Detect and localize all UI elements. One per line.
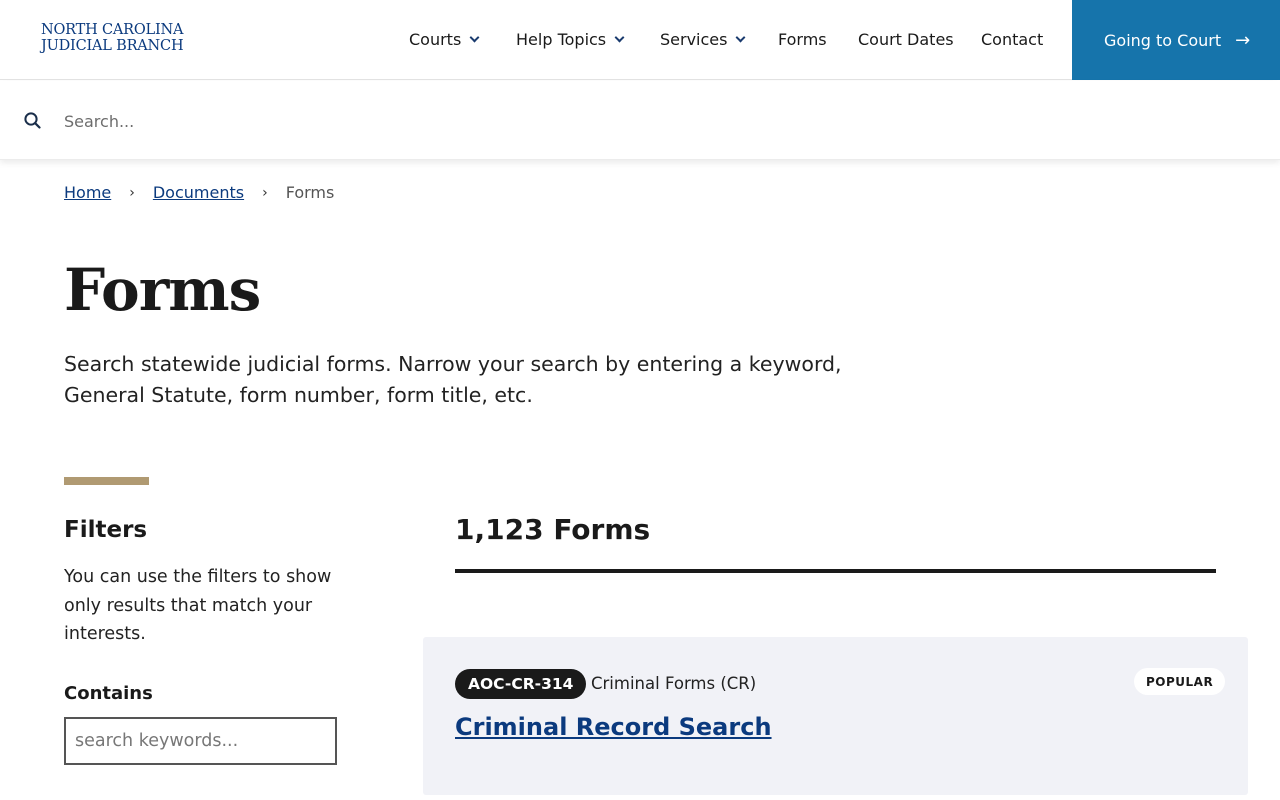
chevron-down-icon <box>469 32 480 43</box>
going-to-court-label: Going to Court <box>1104 30 1222 50</box>
nav-item-label: Help Topics <box>516 30 607 49</box>
form-title-link[interactable]: Criminal Record Search <box>455 713 772 741</box>
nav-item-label: Contact <box>981 30 1044 49</box>
keyword-search-input[interactable] <box>64 717 337 765</box>
nav-item-courts[interactable]: Courts <box>409 30 480 49</box>
site-search-input[interactable] <box>64 105 1214 137</box>
going-to-court-button[interactable]: Going to Court → <box>1072 0 1280 80</box>
nav-item-services[interactable]: Services <box>660 30 746 49</box>
nav-item-label: Court Dates <box>858 30 954 49</box>
form-result-card: AOC-CR-314 Criminal Forms (CR) POPULAR C… <box>423 637 1248 795</box>
chevron-right-icon: › <box>129 184 135 201</box>
site-search-bar <box>0 81 1280 160</box>
filters-description: You can use the filters to show only res… <box>64 567 332 644</box>
logo-line-2: JUDICIAL BRANCH <box>41 38 184 54</box>
breadcrumb-documents-link[interactable]: Documents <box>153 183 244 202</box>
site-logo[interactable]: NORTH CAROLINA JUDICIAL BRANCH <box>41 22 184 54</box>
form-number-badge: AOC-CR-314 <box>455 669 587 699</box>
filters-accent-bar <box>64 477 149 485</box>
nav-item-contact[interactable]: Contact <box>981 30 1043 49</box>
form-category: Criminal Forms (CR) <box>591 674 757 693</box>
nav-item-label: Services <box>660 30 728 49</box>
breadcrumb-current: Forms <box>285 183 335 202</box>
page-title: Forms <box>64 256 261 324</box>
chevron-down-icon <box>614 32 625 43</box>
arrow-right-icon: → <box>1235 29 1251 51</box>
filters-title: Filters <box>64 517 148 543</box>
results-divider <box>455 569 1216 573</box>
site-header: NORTH CAROLINA JUDICIAL BRANCH Courts He… <box>0 0 1280 80</box>
contains-label: Contains <box>64 683 153 704</box>
chevron-down-icon <box>736 32 746 43</box>
nav-item-label: Forms <box>778 30 827 49</box>
popular-badge: POPULAR <box>1134 668 1226 695</box>
nav-item-help-topics[interactable]: Help Topics <box>516 30 625 49</box>
search-icon[interactable] <box>24 112 41 129</box>
chevron-right-icon: › <box>262 184 268 201</box>
page-intro: Search statewide judicial forms. Narrow … <box>64 352 842 407</box>
breadcrumb: Home › Documents › Forms <box>64 183 334 202</box>
nav-item-forms[interactable]: Forms <box>778 30 827 49</box>
breadcrumb-home-link[interactable]: Home <box>64 183 111 202</box>
logo-line-1: NORTH CAROLINA <box>41 22 184 38</box>
nav-item-court-dates[interactable]: Court Dates <box>858 30 954 49</box>
results-count: 1,123 Forms <box>455 513 651 546</box>
nav-item-label: Courts <box>409 30 462 49</box>
